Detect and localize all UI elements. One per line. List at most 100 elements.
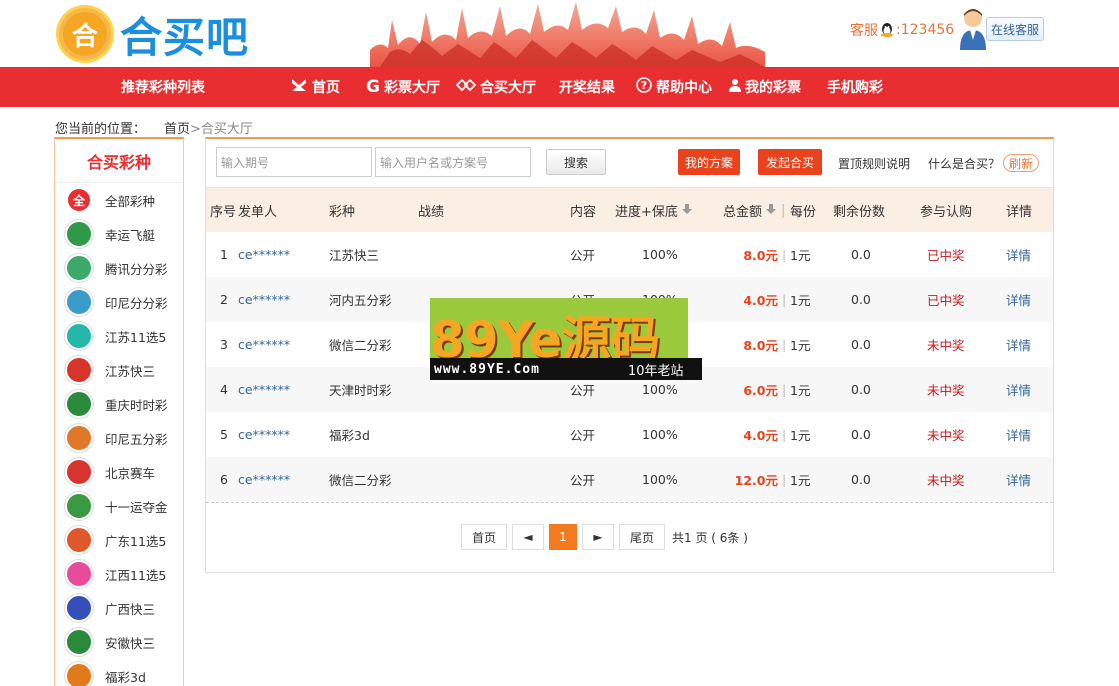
col-per-share: 每份 (790, 205, 817, 220)
sidebar-item[interactable]: 全全部彩种 (55, 183, 183, 217)
nav-mobile-purchase[interactable]: 手机购彩 (827, 67, 883, 107)
cell-progress: 100% (642, 472, 678, 487)
table-row: 5 ce****** 福彩3d 公开 100% 4.0元 | 1元 0.0 未中奖 详情 (206, 412, 1053, 457)
sort-arrow-icon[interactable] (681, 203, 693, 218)
sidebar-item[interactable]: 福彩3d (55, 659, 183, 686)
sidebar-item[interactable]: 重庆时时彩 (55, 387, 183, 421)
cell-per-share: 1元 (790, 248, 811, 263)
sidebar-item[interactable]: 北京赛车 (55, 455, 183, 489)
search-button[interactable]: 搜索 (546, 149, 606, 175)
pager-next-button[interactable]: ► (582, 524, 614, 550)
sidebar-item[interactable]: 江西11选5 (55, 557, 183, 591)
sidebar-item-label: 印尼五分彩 (105, 431, 168, 447)
cell-lottery: 天津时时彩 (329, 383, 392, 398)
sidebar-item-label: 广西快三 (105, 601, 156, 617)
cell-separator: | (782, 382, 787, 397)
table-header: 序号 发单人 彩种 战绩 内容 进度+保底 总金额 | 每份 剩余份数 参与认购… (206, 187, 1053, 232)
sidebar-item-label: 江苏快三 (105, 363, 156, 379)
cell-lottery: 福彩3d (329, 428, 370, 443)
breadcrumb-home-link[interactable]: 首页 (164, 118, 190, 137)
sidebar-item[interactable]: 印尼五分彩 (55, 421, 183, 455)
cell-initiator[interactable]: ce****** (238, 412, 290, 457)
site-header: 合 合买吧 客服 :123456 在线客服 (0, 0, 1119, 67)
cell-content: 公开 (570, 248, 596, 263)
sidebar-item[interactable]: 腾讯分分彩 (55, 251, 183, 285)
sidebar-item[interactable]: 江苏快三 (55, 353, 183, 387)
pager-first-button[interactable]: 首页 (461, 524, 507, 550)
cell-detail-link[interactable]: 详情 (1006, 457, 1031, 502)
sidebar-item-label: 全部彩种 (105, 193, 156, 209)
sidebar-item[interactable]: 印尼分分彩 (55, 285, 183, 319)
cell-detail-link[interactable]: 详情 (1006, 412, 1031, 457)
my-plans-button[interactable]: 我的方案 (678, 149, 740, 175)
cell-initiator[interactable]: ce****** (238, 277, 290, 322)
nav-help-center[interactable]: ? 帮助中心 (636, 67, 712, 107)
col-progress[interactable]: 进度+保底 (615, 188, 693, 233)
col-subscribe: 参与认购 (920, 205, 973, 220)
watermark-overlay: 89Ye源码 www.89YE.Com 10年老站 (430, 298, 702, 384)
pager-info: 共1 页 ( 6条 ) (672, 530, 748, 545)
cell-initiator[interactable]: ce****** (238, 232, 290, 277)
sidebar-item[interactable]: 十一运夺金 (55, 489, 183, 523)
site-logo[interactable]: 合 合买吧 (56, 5, 249, 63)
nav-home[interactable]: 首页 (290, 67, 340, 107)
cell-progress: 100% (642, 427, 678, 442)
cell-remaining: 0.0 (851, 427, 871, 442)
pagination: 首页 ◄ 1 ► 尾页 共1 页 ( 6条 ) (461, 524, 748, 550)
period-search-input[interactable]: 输入期号 (216, 147, 372, 177)
watermark-years: 10年老站 (628, 363, 684, 379)
pager-last-button[interactable]: 尾页 (619, 524, 665, 550)
sidebar-item[interactable]: 安徽快三 (55, 625, 183, 659)
header-banner-image (370, 0, 765, 67)
sidebar-item-label: 腾讯分分彩 (105, 261, 168, 277)
sidebar-item-label: 广东11选5 (105, 533, 167, 549)
refresh-button[interactable]: 刷新 (1003, 154, 1040, 172)
cell-content: 公开 (570, 428, 596, 443)
pin-rules-link[interactable]: 置顶规则说明 (838, 155, 910, 172)
nav-recommended-lotteries[interactable]: 推荐彩种列表 (121, 67, 205, 107)
cell-amount: 8.0元 (743, 248, 778, 263)
svg-text:?: ? (641, 79, 647, 92)
all-lotteries-icon: 全 (68, 189, 90, 211)
col-total[interactable]: 总金额 | (723, 188, 785, 233)
cell-initiator[interactable]: ce****** (238, 457, 290, 502)
sort-arrow-icon[interactable] (765, 203, 777, 218)
cell-lottery: 微信二分彩 (329, 473, 392, 488)
sidebar-item[interactable]: 广西快三 (55, 591, 183, 625)
cell-status: 未中奖 (927, 428, 965, 443)
cell-per-share: 1元 (790, 338, 811, 353)
nav-lottery-hall[interactable]: G 彩票大厅 (366, 67, 440, 107)
customer-service-info: 客服 :123456 (850, 22, 955, 39)
cell-initiator[interactable]: ce****** (238, 322, 290, 367)
cell-status: 已中奖 (927, 293, 965, 308)
logo-mark: 合 (56, 5, 114, 63)
sidebar-item-label: 重庆时时彩 (105, 397, 168, 413)
online-service-button[interactable]: 在线客服 (986, 17, 1044, 41)
cell-separator: | (782, 337, 787, 352)
nav-group-buy-hall[interactable]: 合买大厅 (455, 67, 536, 107)
cell-lottery: 微信二分彩 (329, 338, 392, 353)
sidebar-item-label: 幸运飞艇 (105, 227, 156, 243)
sidebar-item[interactable]: 江苏11选5 (55, 319, 183, 353)
lottery-ball-icon (65, 424, 93, 452)
sidebar-item[interactable]: 幸运飞艇 (55, 217, 183, 251)
pager-page-1[interactable]: 1 (549, 524, 577, 550)
pager-prev-button[interactable]: ◄ (512, 524, 544, 550)
cell-detail-link[interactable]: 详情 (1006, 367, 1031, 412)
cell-per-share: 1元 (790, 428, 811, 443)
nav-draw-results[interactable]: 开奖结果 (559, 67, 615, 107)
home-icon (290, 77, 308, 97)
cell-initiator[interactable]: ce****** (238, 367, 290, 412)
cell-detail-link[interactable]: 详情 (1006, 322, 1031, 367)
cell-detail-link[interactable]: 详情 (1006, 232, 1031, 277)
what-is-group-buy-link[interactable]: 什么是合买？ (928, 155, 1000, 172)
cell-lottery: 河内五分彩 (329, 293, 392, 308)
user-search-input[interactable]: 输入用户名或方案号 (375, 147, 531, 177)
nav-my-lottery[interactable]: 我的彩票 (729, 67, 801, 107)
start-group-buy-button[interactable]: 发起合买 (758, 149, 822, 175)
lottery-ball-icon (65, 322, 93, 350)
cell-detail-link[interactable]: 详情 (1006, 277, 1031, 322)
cell-progress: 100% (642, 247, 678, 262)
cell-remaining: 0.0 (851, 337, 871, 352)
sidebar-item[interactable]: 广东11选5 (55, 523, 183, 557)
